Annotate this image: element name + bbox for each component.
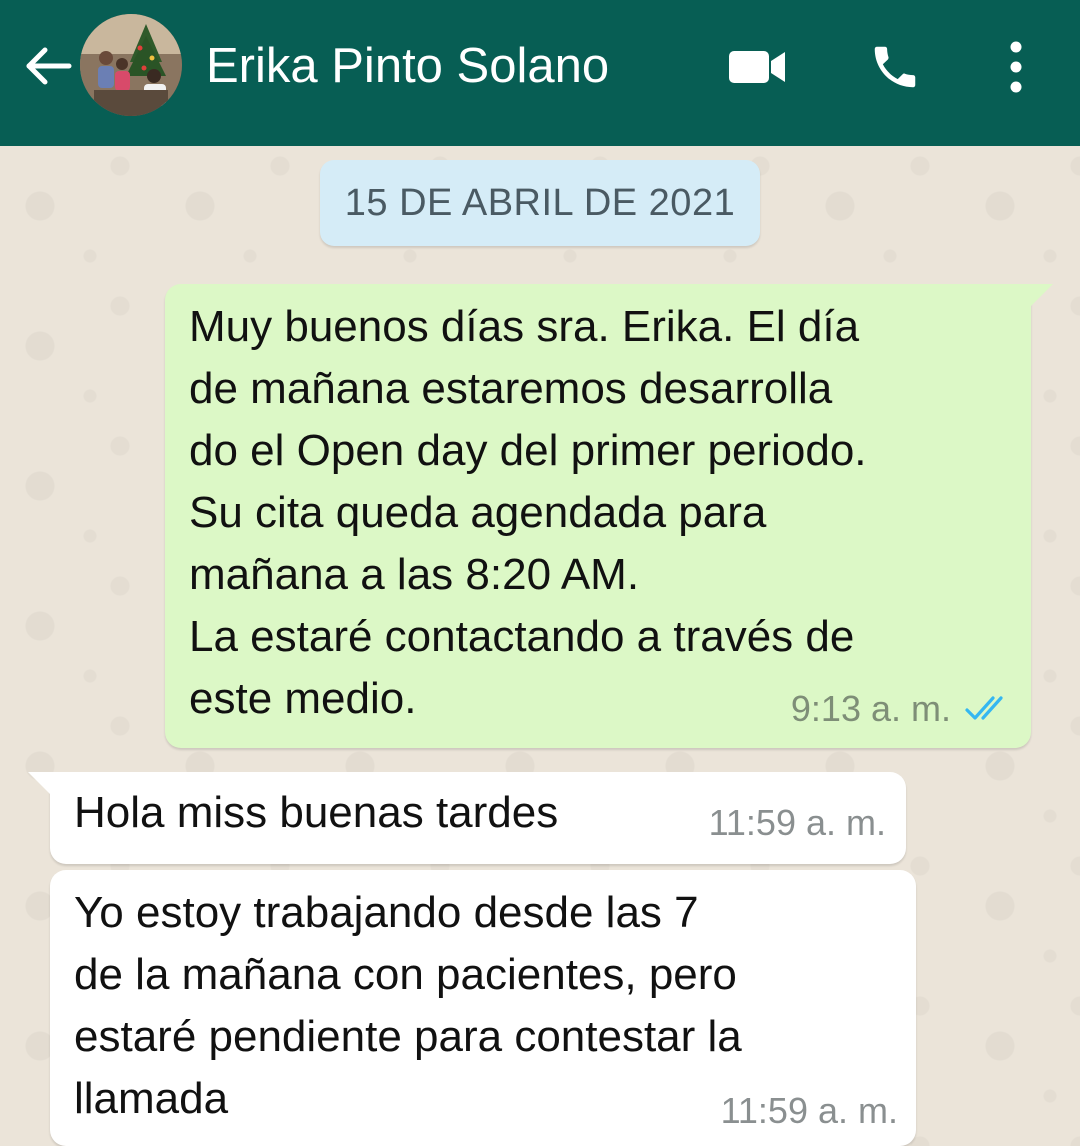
video-call-button[interactable] xyxy=(722,36,792,98)
overflow-menu-button[interactable] xyxy=(992,36,1040,98)
message-text: Muy buenos días sra. Erika. El día de ma… xyxy=(189,302,867,723)
phone-icon xyxy=(874,46,916,88)
double-check-read-icon xyxy=(965,696,1003,720)
bubble-tail xyxy=(1031,284,1053,306)
chat-header: Erika Pinto Solano xyxy=(0,0,1080,146)
message-bubble-incoming[interactable]: Yo estoy trabajando desde las 7 de la ma… xyxy=(50,870,916,1146)
contact-avatar[interactable] xyxy=(80,14,182,116)
message-time: 11:59 a. m. xyxy=(720,1090,898,1131)
message-time: 9:13 a. m. xyxy=(790,688,951,729)
message-bubble-outgoing[interactable]: Muy buenos días sra. Erika. El día de ma… xyxy=(165,284,1053,748)
video-camera-icon xyxy=(729,51,785,83)
contact-name[interactable]: Erika Pinto Solano xyxy=(206,36,609,96)
back-button[interactable] xyxy=(20,38,76,94)
avatar-photo xyxy=(80,14,182,116)
vertical-dots-icon xyxy=(1010,41,1022,93)
arrow-left-icon xyxy=(26,47,72,85)
message-bubble-incoming[interactable]: Hola miss buenas tardes 11:59 a. m. xyxy=(28,772,906,864)
bubble-tail xyxy=(28,772,50,794)
voice-call-button[interactable] xyxy=(862,36,928,98)
date-separator: 15 DE ABRIL DE 2021 xyxy=(320,160,760,246)
message-meta: 9:13 a. m. xyxy=(791,678,1011,740)
chat-area[interactable]: 15 DE ABRIL DE 2021 Muy buenos días sra.… xyxy=(0,146,1080,1146)
message-time: 11:59 a. m. xyxy=(708,802,886,843)
